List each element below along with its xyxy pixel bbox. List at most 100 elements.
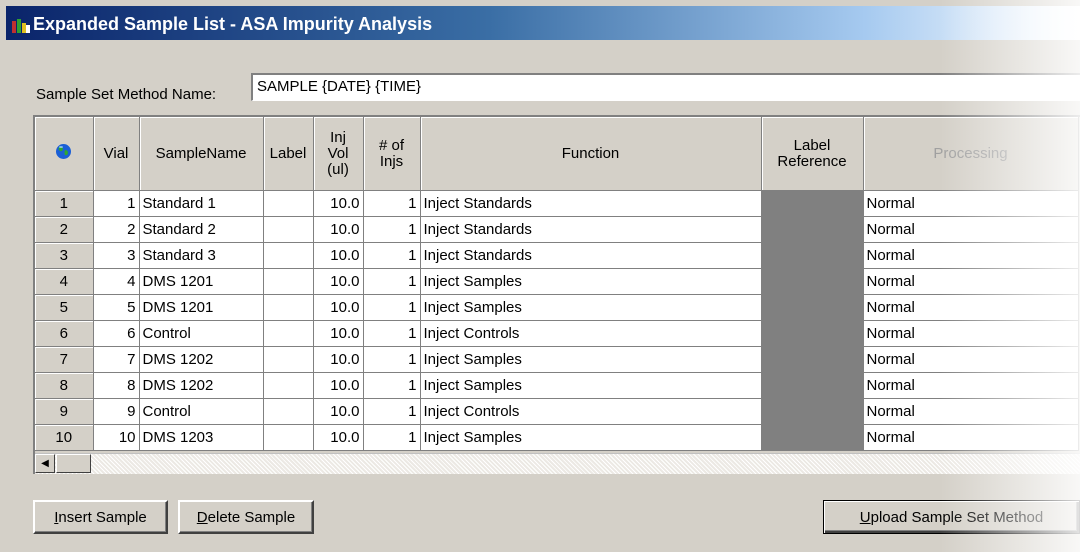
scroll-thumb[interactable] (56, 454, 91, 473)
col-header-num-injs[interactable]: # of Injs (363, 117, 421, 191)
cell-sample-name[interactable]: DMS 1201 (139, 268, 264, 295)
cell-processing[interactable]: Normal (863, 398, 1079, 425)
table-row[interactable]: 5 5 DMS 1201 10.0 1 Inject Samples Norma… (35, 294, 1079, 321)
cell-processing[interactable]: Normal (863, 372, 1079, 399)
cell-num-injs[interactable]: 1 (363, 216, 421, 243)
row-header[interactable]: 10 (35, 424, 94, 451)
cell-num-injs[interactable]: 1 (363, 320, 421, 347)
row-header[interactable]: 9 (35, 398, 94, 425)
cell-sample-name[interactable]: Control (139, 398, 264, 425)
cell-inj-vol[interactable]: 10.0 (313, 216, 364, 243)
cell-vial[interactable]: 8 (93, 372, 140, 399)
cell-label[interactable] (263, 320, 314, 347)
sample-grid[interactable]: Vial SampleName Label Inj Vol (ul) # of … (33, 115, 1080, 474)
cell-label[interactable] (263, 372, 314, 399)
cell-function[interactable]: Inject Samples (420, 424, 762, 451)
table-row[interactable]: 6 6 Control 10.0 1 Inject Controls Norma… (35, 320, 1079, 347)
table-row[interactable]: 2 2 Standard 2 10.0 1 Inject Standards N… (35, 216, 1079, 243)
cell-sample-name[interactable]: Standard 3 (139, 242, 264, 269)
table-row[interactable]: 8 8 DMS 1202 10.0 1 Inject Samples Norma… (35, 372, 1079, 399)
cell-function[interactable]: Inject Controls (420, 398, 762, 425)
row-header[interactable]: 7 (35, 346, 94, 373)
col-header-function[interactable]: Function (420, 117, 762, 191)
cell-vial[interactable]: 6 (93, 320, 140, 347)
cell-label[interactable] (263, 216, 314, 243)
table-row[interactable]: 4 4 DMS 1201 10.0 1 Inject Samples Norma… (35, 268, 1079, 295)
cell-sample-name[interactable]: Standard 1 (139, 190, 264, 217)
cell-inj-vol[interactable]: 10.0 (313, 268, 364, 295)
cell-num-injs[interactable]: 1 (363, 190, 421, 217)
cell-sample-name[interactable]: DMS 1203 (139, 424, 264, 451)
cell-inj-vol[interactable]: 10.0 (313, 398, 364, 425)
cell-label[interactable] (263, 346, 314, 373)
cell-processing[interactable]: Normal (863, 242, 1079, 269)
cell-processing[interactable]: Normal (863, 424, 1079, 451)
method-name-field[interactable]: SAMPLE {DATE} {TIME} (251, 73, 1080, 101)
row-header[interactable]: 5 (35, 294, 94, 321)
cell-inj-vol[interactable]: 10.0 (313, 424, 364, 451)
cell-sample-name[interactable]: DMS 1201 (139, 294, 264, 321)
cell-inj-vol[interactable]: 10.0 (313, 294, 364, 321)
col-header-inj-vol[interactable]: Inj Vol (ul) (313, 117, 364, 191)
cell-function[interactable]: Inject Controls (420, 320, 762, 347)
scroll-left-button[interactable]: ◀ (35, 454, 55, 473)
table-row[interactable]: 1 1 Standard 1 10.0 1 Inject Standards N… (35, 190, 1079, 217)
cell-function[interactable]: Inject Samples (420, 268, 762, 295)
cell-vial[interactable]: 5 (93, 294, 140, 321)
col-header-sample-name[interactable]: SampleName (139, 117, 264, 191)
col-header-label[interactable]: Label (263, 117, 314, 191)
cell-function[interactable]: Inject Standards (420, 216, 762, 243)
cell-vial[interactable]: 2 (93, 216, 140, 243)
title-bar[interactable]: Expanded Sample List - ASA Impurity Anal… (6, 6, 1080, 40)
cell-processing[interactable]: Normal (863, 346, 1079, 373)
cell-inj-vol[interactable]: 10.0 (313, 372, 364, 399)
cell-num-injs[interactable]: 1 (363, 424, 421, 451)
col-header-label-reference[interactable]: Label Reference (761, 117, 864, 191)
cell-label[interactable] (263, 190, 314, 217)
corner-header[interactable] (35, 117, 94, 191)
cell-sample-name[interactable]: DMS 1202 (139, 372, 264, 399)
cell-vial[interactable]: 10 (93, 424, 140, 451)
row-header[interactable]: 8 (35, 372, 94, 399)
row-header[interactable]: 4 (35, 268, 94, 295)
cell-num-injs[interactable]: 1 (363, 372, 421, 399)
cell-vial[interactable]: 3 (93, 242, 140, 269)
row-header[interactable]: 6 (35, 320, 94, 347)
cell-num-injs[interactable]: 1 (363, 398, 421, 425)
insert-sample-button[interactable]: Insert Sample (33, 500, 168, 534)
cell-processing[interactable]: Normal (863, 190, 1079, 217)
cell-processing[interactable]: Normal (863, 216, 1079, 243)
cell-processing[interactable]: Normal (863, 320, 1079, 347)
cell-sample-name[interactable]: Standard 2 (139, 216, 264, 243)
table-row[interactable]: 10 10 DMS 1203 10.0 1 Inject Samples Nor… (35, 424, 1079, 451)
cell-num-injs[interactable]: 1 (363, 268, 421, 295)
cell-inj-vol[interactable]: 10.0 (313, 346, 364, 373)
cell-inj-vol[interactable]: 10.0 (313, 190, 364, 217)
cell-function[interactable]: Inject Standards (420, 190, 762, 217)
cell-inj-vol[interactable]: 10.0 (313, 242, 364, 269)
table-row[interactable]: 9 9 Control 10.0 1 Inject Controls Norma… (35, 398, 1079, 425)
table-row[interactable]: 3 3 Standard 3 10.0 1 Inject Standards N… (35, 242, 1079, 269)
row-header[interactable]: 1 (35, 190, 94, 217)
cell-label[interactable] (263, 424, 314, 451)
upload-sample-set-method-button[interactable]: Upload Sample Set Method (823, 500, 1080, 534)
cell-num-injs[interactable]: 1 (363, 346, 421, 373)
row-header[interactable]: 2 (35, 216, 94, 243)
table-row[interactable]: 7 7 DMS 1202 10.0 1 Inject Samples Norma… (35, 346, 1079, 373)
col-header-vial[interactable]: Vial (93, 117, 140, 191)
cell-function[interactable]: Inject Standards (420, 242, 762, 269)
cell-vial[interactable]: 1 (93, 190, 140, 217)
cell-vial[interactable]: 7 (93, 346, 140, 373)
cell-label[interactable] (263, 268, 314, 295)
cell-label[interactable] (263, 294, 314, 321)
cell-function[interactable]: Inject Samples (420, 346, 762, 373)
row-header[interactable]: 3 (35, 242, 94, 269)
delete-sample-button[interactable]: Delete Sample (178, 500, 314, 534)
cell-num-injs[interactable]: 1 (363, 242, 421, 269)
col-header-processing[interactable]: Processing (863, 117, 1079, 191)
cell-sample-name[interactable]: DMS 1202 (139, 346, 264, 373)
cell-vial[interactable]: 9 (93, 398, 140, 425)
cell-function[interactable]: Inject Samples (420, 294, 762, 321)
cell-label[interactable] (263, 398, 314, 425)
cell-sample-name[interactable]: Control (139, 320, 264, 347)
